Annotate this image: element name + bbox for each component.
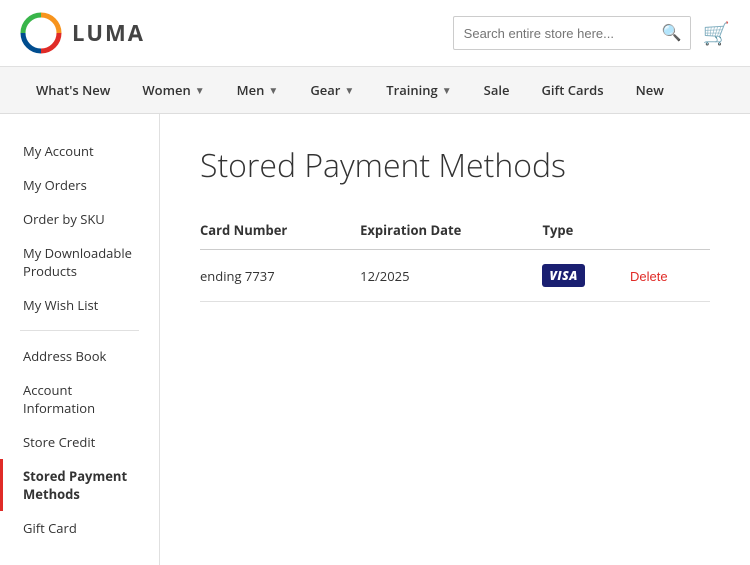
chevron-down-icon: ▼ — [344, 83, 354, 97]
card-number-cell: ending 7737 — [200, 250, 360, 302]
nav-item-whats-new[interactable]: What's New — [20, 67, 126, 113]
main-nav: What's New Women ▼ Men ▼ Gear ▼ Training… — [0, 67, 750, 114]
sidebar-divider — [20, 330, 139, 331]
content-area: Stored Payment Methods Card Number Expir… — [160, 114, 750, 565]
luma-logo-icon — [20, 12, 62, 54]
action-cell: Delete — [630, 250, 710, 302]
payment-methods-table: Card Number Expiration Date Type ending … — [200, 211, 710, 302]
search-box[interactable]: 🔍 — [453, 16, 691, 50]
chevron-down-icon: ▼ — [442, 83, 452, 97]
col-header-action — [630, 211, 710, 250]
search-icon: 🔍 — [662, 23, 682, 43]
nav-item-gear[interactable]: Gear ▼ — [294, 67, 370, 113]
col-header-type: Type — [542, 211, 630, 250]
nav-item-gift-cards[interactable]: Gift Cards — [525, 67, 619, 113]
nav-item-men[interactable]: Men ▼ — [221, 67, 295, 113]
search-input[interactable] — [454, 26, 654, 41]
search-button[interactable]: 🔍 — [654, 17, 690, 49]
sidebar-item-gift-card[interactable]: Gift Card — [0, 511, 159, 545]
table-row: ending 7737 12/2025 VISA Delete — [200, 250, 710, 302]
sidebar-item-stored-payment-methods[interactable]: Stored Payment Methods — [0, 459, 159, 511]
visa-logo: VISA — [542, 264, 584, 287]
page-title: Stored Payment Methods — [200, 144, 710, 187]
nav-item-new[interactable]: New — [620, 67, 680, 113]
logo-area: LUMA — [20, 12, 145, 54]
card-type-cell: VISA — [542, 250, 630, 302]
main-layout: My Account My Orders Order by SKU My Dow… — [0, 114, 750, 565]
sidebar-item-address-book[interactable]: Address Book — [0, 339, 159, 373]
sidebar-item-my-account[interactable]: My Account — [0, 134, 159, 168]
header-right: 🔍 🛒 — [453, 16, 730, 50]
col-header-card-number: Card Number — [200, 211, 360, 250]
delete-button[interactable]: Delete — [630, 269, 668, 284]
nav-item-women[interactable]: Women ▼ — [126, 67, 220, 113]
sidebar-item-order-by-sku[interactable]: Order by SKU — [0, 202, 159, 236]
cart-icon[interactable]: 🛒 — [703, 18, 730, 48]
nav-item-training[interactable]: Training ▼ — [370, 67, 467, 113]
header: LUMA 🔍 🛒 — [0, 0, 750, 67]
sidebar-item-my-orders[interactable]: My Orders — [0, 168, 159, 202]
sidebar: My Account My Orders Order by SKU My Dow… — [0, 114, 160, 565]
logo-text: LUMA — [72, 18, 145, 48]
nav-item-sale[interactable]: Sale — [468, 67, 526, 113]
sidebar-item-store-credit[interactable]: Store Credit — [0, 425, 159, 459]
sidebar-item-account-information[interactable]: Account Information — [0, 373, 159, 425]
chevron-down-icon: ▼ — [195, 83, 205, 97]
sidebar-item-wish-list[interactable]: My Wish List — [0, 288, 159, 322]
chevron-down-icon: ▼ — [268, 83, 278, 97]
expiration-date-cell: 12/2025 — [360, 250, 542, 302]
sidebar-item-downloadable-products[interactable]: My Downloadable Products — [0, 236, 159, 288]
col-header-expiration: Expiration Date — [360, 211, 542, 250]
